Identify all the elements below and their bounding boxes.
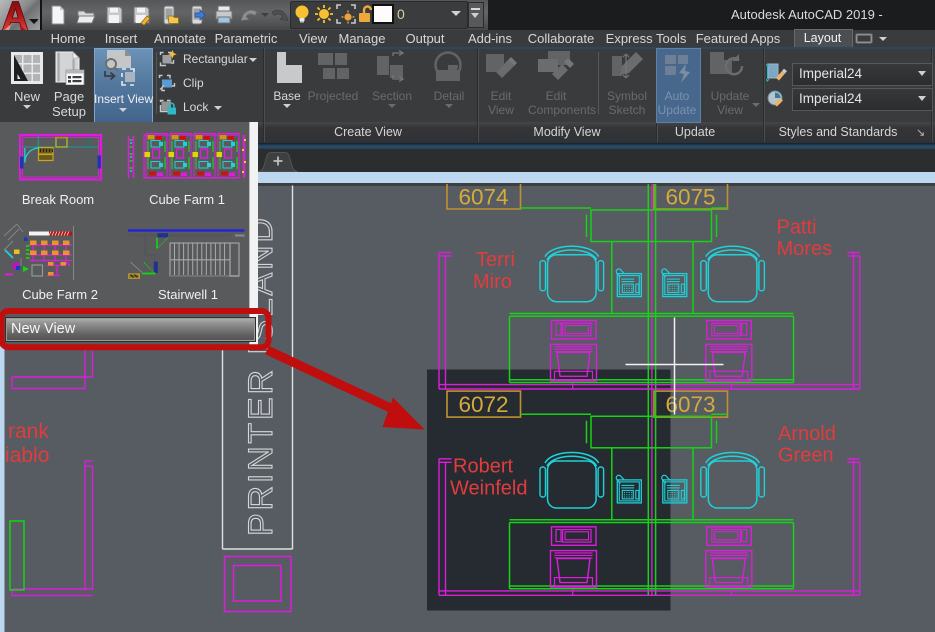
svg-text:Green: Green bbox=[778, 444, 834, 466]
svg-text:Weinfeld: Weinfeld bbox=[450, 477, 527, 499]
svg-text:Robert: Robert bbox=[453, 455, 513, 477]
svg-text:Terri: Terri bbox=[476, 249, 515, 271]
svg-text:Mores: Mores bbox=[777, 238, 833, 260]
svg-text:Arnold: Arnold bbox=[778, 423, 836, 445]
svg-text:Miro: Miro bbox=[473, 271, 512, 293]
svg-text:6075: 6075 bbox=[665, 184, 715, 209]
svg-text:iablo: iablo bbox=[5, 444, 49, 467]
svg-text:rank: rank bbox=[8, 420, 49, 443]
svg-text:6073: 6073 bbox=[665, 392, 715, 417]
svg-text:Patti: Patti bbox=[777, 217, 817, 239]
svg-text:6072: 6072 bbox=[458, 392, 508, 417]
svg-text:6074: 6074 bbox=[458, 184, 508, 209]
